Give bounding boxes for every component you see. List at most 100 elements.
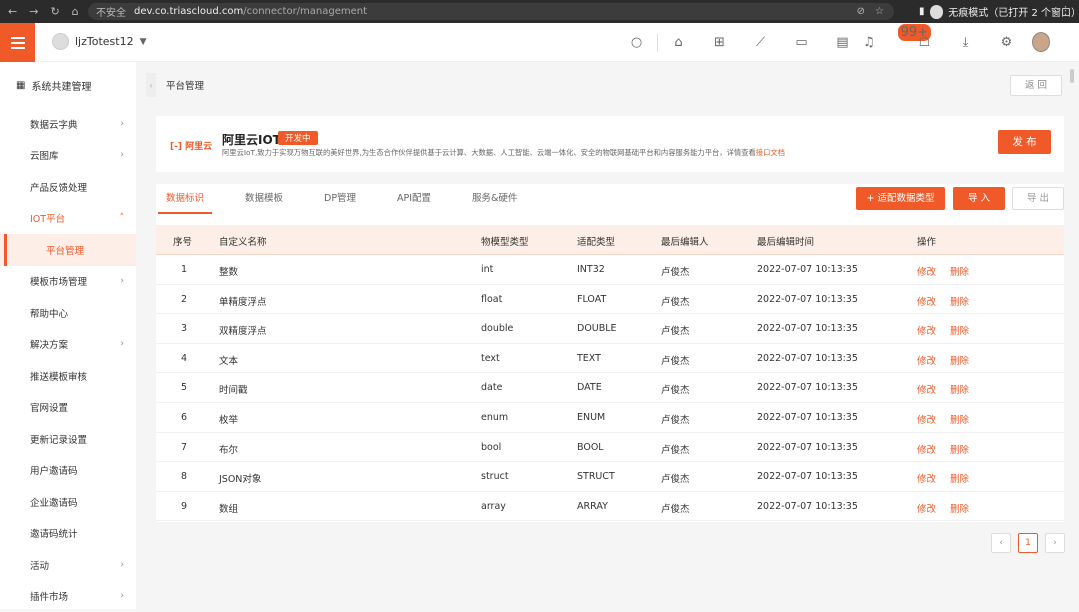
sidebar-item-push-review[interactable]: 推送模板审核 <box>0 360 136 392</box>
sidebar-item-template-market[interactable]: 模板市场管理› <box>0 266 136 298</box>
edit-link[interactable]: 修改 <box>917 353 936 367</box>
delete-link[interactable]: 删除 <box>950 382 969 396</box>
delete-link[interactable]: 删除 <box>950 501 969 515</box>
sidebar-title: 系统共建管理 <box>31 78 91 93</box>
cell-name: 数组 <box>219 501 238 515</box>
table-row: 1整数intINT32卢俊杰2022-07-07 10:13:35修改删除 <box>156 255 1064 285</box>
menu-button[interactable] <box>0 23 35 62</box>
page-1-button[interactable]: 1 <box>1018 533 1038 553</box>
scrollbar[interactable] <box>1070 69 1074 83</box>
tab-data-template[interactable]: 数据模板 <box>245 184 283 214</box>
delete-link[interactable]: 删除 <box>950 353 969 367</box>
edit-link[interactable]: 修改 <box>917 323 936 337</box>
tenant-logo <box>52 33 69 50</box>
search-icon[interactable]: ○ <box>616 35 657 50</box>
delete-link[interactable]: 删除 <box>950 294 969 308</box>
collapse-icon[interactable]: ‹ <box>146 73 156 97</box>
tab-api-config[interactable]: API配置 <box>397 184 431 214</box>
reload-icon[interactable]: ↻ <box>50 5 59 18</box>
card-icon[interactable]: ▭ <box>781 35 822 50</box>
user-avatar[interactable] <box>1032 32 1050 52</box>
download-icon[interactable]: ⤓ <box>945 35 986 50</box>
aliyun-logo: [-] 阿里云 <box>170 139 212 152</box>
sidebar-item-platform-management[interactable]: 平台管理 <box>0 234 136 266</box>
gear-icon[interactable]: ⚙ <box>986 35 1027 50</box>
browser-menu-icon[interactable]: ⋮ <box>1060 4 1071 17</box>
shirt-icon[interactable]: ☖ <box>904 35 945 50</box>
sidebar-item-solutions[interactable]: 解决方案› <box>0 329 136 361</box>
home-icon[interactable]: ⌂ <box>658 35 699 50</box>
cell-model-type: double <box>481 323 513 334</box>
export-button[interactable]: 导 出 <box>1012 187 1064 210</box>
delete-link[interactable]: 删除 <box>950 264 969 278</box>
address-bar[interactable]: 不安全 dev.co.triascloud.com /connector/man… <box>88 3 894 20</box>
chevron-right-icon: › <box>120 591 124 601</box>
tab-dp-management[interactable]: DP管理 <box>324 184 356 214</box>
sidebar-item-data-dictionary[interactable]: 数据云字典› <box>0 108 136 140</box>
edit-link[interactable]: 修改 <box>917 264 936 278</box>
sidebar-item-help[interactable]: 帮助中心 <box>0 297 136 329</box>
cell-no: 9 <box>181 501 187 512</box>
cell-no: 4 <box>181 353 187 364</box>
cell-adapt-type: DATE <box>577 382 602 393</box>
return-button[interactable]: 返 回 <box>1010 75 1062 96</box>
building-icon: ▦ <box>16 80 25 91</box>
cell-editor: 卢俊杰 <box>661 353 690 367</box>
eye-off-icon[interactable]: ⊘ <box>857 6 865 17</box>
cell-model-type: enum <box>481 412 508 423</box>
chevron-right-icon: › <box>120 560 124 570</box>
cell-adapt-type: STRUCT <box>577 471 615 482</box>
chevron-right-icon: › <box>120 150 124 160</box>
sidebar-item-company-invite[interactable]: 企业邀请码 <box>0 486 136 518</box>
document-icon[interactable]: ▤ <box>822 35 863 50</box>
data-table: 序号 自定义名称 物模型类型 适配类型 最后编辑人 最后编辑时间 操作 1整数i… <box>156 214 1064 522</box>
cell-model-type: bool <box>481 442 501 453</box>
sidebar-item-plugin-market[interactable]: 插件市场› <box>0 581 136 612</box>
table-row: 5时间戳dateDATE卢俊杰2022-07-07 10:13:35修改删除 <box>156 373 1064 403</box>
edit-link[interactable]: 修改 <box>917 412 936 426</box>
sidebar-item-website[interactable]: 官网设置 <box>0 392 136 424</box>
next-page-button[interactable]: › <box>1045 533 1065 553</box>
sidebar-item-changelog[interactable]: 更新记录设置 <box>0 423 136 455</box>
tab-service-hardware[interactable]: 服务&硬件 <box>472 184 517 214</box>
sidebar-item-iot[interactable]: IOT平台˄ <box>0 203 136 235</box>
edit-link[interactable]: 修改 <box>917 471 936 485</box>
delete-link[interactable]: 删除 <box>950 442 969 456</box>
back-icon[interactable]: ← <box>8 5 17 18</box>
publish-button[interactable]: 发 布 <box>998 130 1051 154</box>
sidebar-item-label: 数据云字典 <box>30 117 78 131</box>
adapt-data-type-button[interactable]: + 适配数据类型 <box>856 187 945 210</box>
sidebar-item-activity[interactable]: 活动› <box>0 549 136 581</box>
incognito-indicator[interactable]: ▮ 无痕模式（已打开 2 个窗口） <box>919 3 1079 20</box>
cell-edit-time: 2022-07-07 10:13:35 <box>757 323 858 334</box>
prev-page-button[interactable]: ‹ <box>991 533 1011 553</box>
header-actions: 操作 <box>917 234 936 248</box>
tab-data-identifier[interactable]: 数据标识 <box>166 184 204 214</box>
chart-icon[interactable]: ⟋ <box>740 35 781 50</box>
sidebar-item-label: 企业邀请码 <box>30 495 78 509</box>
sidebar-item-invite-stats[interactable]: 邀请码统计 <box>0 518 136 550</box>
star-icon[interactable]: ☆ <box>875 6 884 17</box>
delete-link[interactable]: 删除 <box>950 412 969 426</box>
import-button[interactable]: 导 入 <box>953 187 1005 210</box>
cell-editor: 卢俊杰 <box>661 264 690 278</box>
delete-link[interactable]: 删除 <box>950 323 969 337</box>
delete-link[interactable]: 删除 <box>950 471 969 485</box>
sidebar-item-cloud-gallery[interactable]: 云图库› <box>0 140 136 172</box>
cell-editor: 卢俊杰 <box>661 442 690 456</box>
home-icon[interactable]: ⌂ <box>72 5 79 18</box>
cell-edit-time: 2022-07-07 10:13:35 <box>757 412 858 423</box>
bell-icon[interactable]: ♫99+ <box>863 35 904 50</box>
edit-link[interactable]: 修改 <box>917 294 936 308</box>
sidebar-item-feedback[interactable]: 产品反馈处理 <box>0 171 136 203</box>
browser-chrome: ← → ↻ ⌂ 不安全 dev.co.triascloud.com /conne… <box>0 0 1079 23</box>
sidebar-toggle-icon[interactable]: ▮ <box>919 6 925 17</box>
sidebar-item-user-invite[interactable]: 用户邀请码 <box>0 455 136 487</box>
forward-icon[interactable]: → <box>29 5 38 18</box>
tenant-selector[interactable]: ljzTotest12 ▼ <box>52 33 147 50</box>
apps-grid-icon[interactable]: ⊞ <box>699 35 740 50</box>
edit-link[interactable]: 修改 <box>917 501 936 515</box>
edit-link[interactable]: 修改 <box>917 382 936 396</box>
edit-link[interactable]: 修改 <box>917 442 936 456</box>
doc-link[interactable]: 接口文档 <box>756 148 785 157</box>
